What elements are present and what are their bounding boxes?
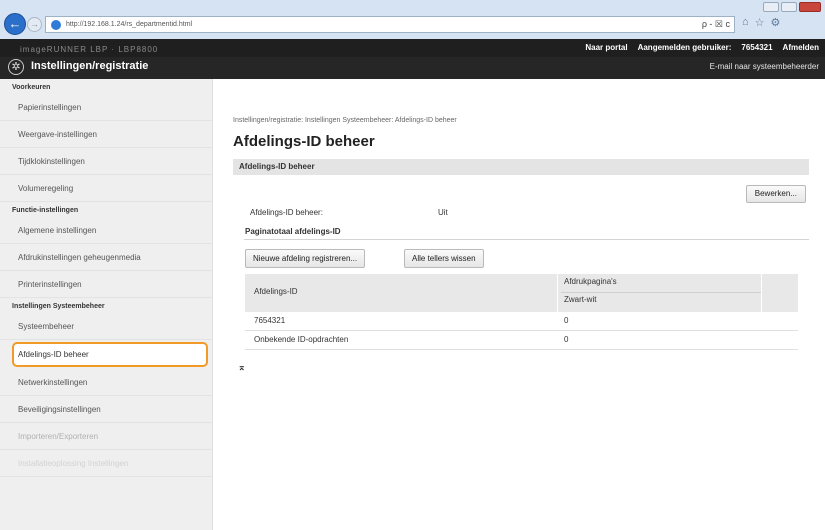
col-divider — [761, 274, 762, 312]
page-title: Afdelings-ID beheer — [233, 133, 375, 150]
section-header: Afdelings-ID beheer — [233, 159, 809, 175]
edit-button[interactable]: Bewerken... — [745, 185, 806, 203]
department-id-cell[interactable]: Onbekende ID-opdrachten — [254, 335, 348, 344]
sidebar-item-paper[interactable]: Papierinstellingen — [0, 94, 212, 121]
bw-count-cell: 0 — [564, 335, 569, 344]
settings-gear-icon: ✲ — [8, 59, 24, 75]
clear-counters-button[interactable]: Alle tellers wissen — [404, 249, 484, 268]
table-row[interactable]: 7654321 0 — [245, 312, 798, 331]
setting-label: Afdelings-ID beheer: — [250, 208, 323, 217]
address-url: http://192.168.1.24/rs_departmentid.html — [66, 21, 193, 28]
breadcrumb: Instellingen/registratie: Instellingen S… — [233, 117, 457, 124]
app-title: Instellingen/registratie — [31, 60, 149, 72]
sidebar: Voorkeuren Papierinstellingen Weergave-i… — [0, 79, 213, 530]
login-user-value: 7654321 — [741, 43, 773, 52]
table-header: Afdelings-ID Afdrukpagina's Zwart-wit — [245, 274, 798, 312]
login-user-label: Aangemelden gebruiker: — [637, 43, 732, 52]
close-icon[interactable] — [799, 2, 821, 12]
sidebar-item-timer[interactable]: Tijdklokinstellingen — [0, 148, 212, 175]
sidebar-item-install[interactable]: Installatieoplossing Instellingen — [0, 450, 212, 477]
settings-gear-icon[interactable]: ⚙ — [771, 16, 781, 29]
page-favicon-icon — [51, 20, 61, 30]
col-department-id: Afdelings-ID — [254, 287, 298, 296]
bw-count-cell: 0 — [564, 316, 569, 325]
counter-subtitle: Paginatotaal afdelings-ID — [245, 227, 341, 236]
table-row[interactable]: Onbekende ID-opdrachten 0 — [245, 331, 798, 350]
portal-link[interactable]: Naar portal — [585, 43, 627, 52]
home-icon[interactable]: ⌂ — [742, 16, 749, 29]
divider — [244, 239, 809, 240]
browser-toolbar-icons: ⌂ ☆ ⚙ — [742, 16, 780, 29]
sidebar-item-general[interactable]: Algemene instellingen — [0, 217, 212, 244]
app-header: ✲ Instellingen/registratie E-mail naar s… — [0, 57, 825, 79]
sidebar-item-network[interactable]: Netwerkinstellingen — [0, 369, 212, 396]
forward-arrow-icon[interactable]: → — [27, 17, 42, 32]
sidebar-item-printer[interactable]: Printerinstellingen — [0, 271, 212, 298]
window-controls — [763, 2, 821, 12]
col-print-pages: Afdrukpagina's — [564, 277, 617, 286]
logout-link[interactable]: Afmelden — [783, 43, 819, 52]
setting-value: Uit — [438, 208, 448, 217]
department-id-cell[interactable]: 7654321 — [254, 316, 285, 325]
top-links: Naar portal Aangemelden gebruiker: 76543… — [585, 43, 819, 52]
address-search-controls[interactable]: ρ - ☒ c — [702, 17, 730, 32]
sidebar-item-display[interactable]: Weergave-instellingen — [0, 121, 212, 148]
header-divider — [561, 292, 761, 293]
sidebar-item-media-print[interactable]: Afdrukinstellingen geheugenmedia — [0, 244, 212, 271]
sidebar-section-preferences: Voorkeuren — [12, 84, 51, 91]
department-table: Afdelings-ID Afdrukpagina's Zwart-wit 76… — [245, 274, 798, 350]
sidebar-item-import-export[interactable]: Importeren/Exporteren — [0, 423, 212, 450]
col-divider — [557, 274, 558, 312]
register-department-button[interactable]: Nieuwe afdeling registreren... — [245, 249, 366, 268]
to-top-icon[interactable]: ⌅ — [238, 362, 246, 373]
minimize-icon[interactable] — [763, 2, 779, 12]
device-name: imageRUNNER LBP · LBP8800 — [20, 45, 159, 54]
back-arrow-icon[interactable]: ← — [4, 13, 26, 35]
col-black-white: Zwart-wit — [564, 295, 597, 304]
sidebar-section-functions: Functie-instellingen — [12, 207, 79, 214]
address-bar[interactable]: http://192.168.1.24/rs_departmentid.html… — [45, 16, 735, 33]
sidebar-item-security[interactable]: Beveiligingsinstellingen — [0, 396, 212, 423]
sidebar-section-system: Instellingen Systeembeheer — [12, 303, 105, 310]
sidebar-item-volume[interactable]: Volumeregeling — [0, 175, 212, 202]
sidebar-item-department-id[interactable]: Afdelings-ID beheer — [12, 342, 208, 367]
sidebar-item-system-management[interactable]: Systeembeheer — [0, 313, 212, 340]
mail-admin-link[interactable]: E-mail naar systeembeheerder — [710, 62, 819, 71]
browser-navbar: ← → http://192.168.1.24/rs_departmentid.… — [0, 13, 825, 39]
favorites-star-icon[interactable]: ☆ — [755, 16, 765, 29]
maximize-icon[interactable] — [781, 2, 797, 12]
